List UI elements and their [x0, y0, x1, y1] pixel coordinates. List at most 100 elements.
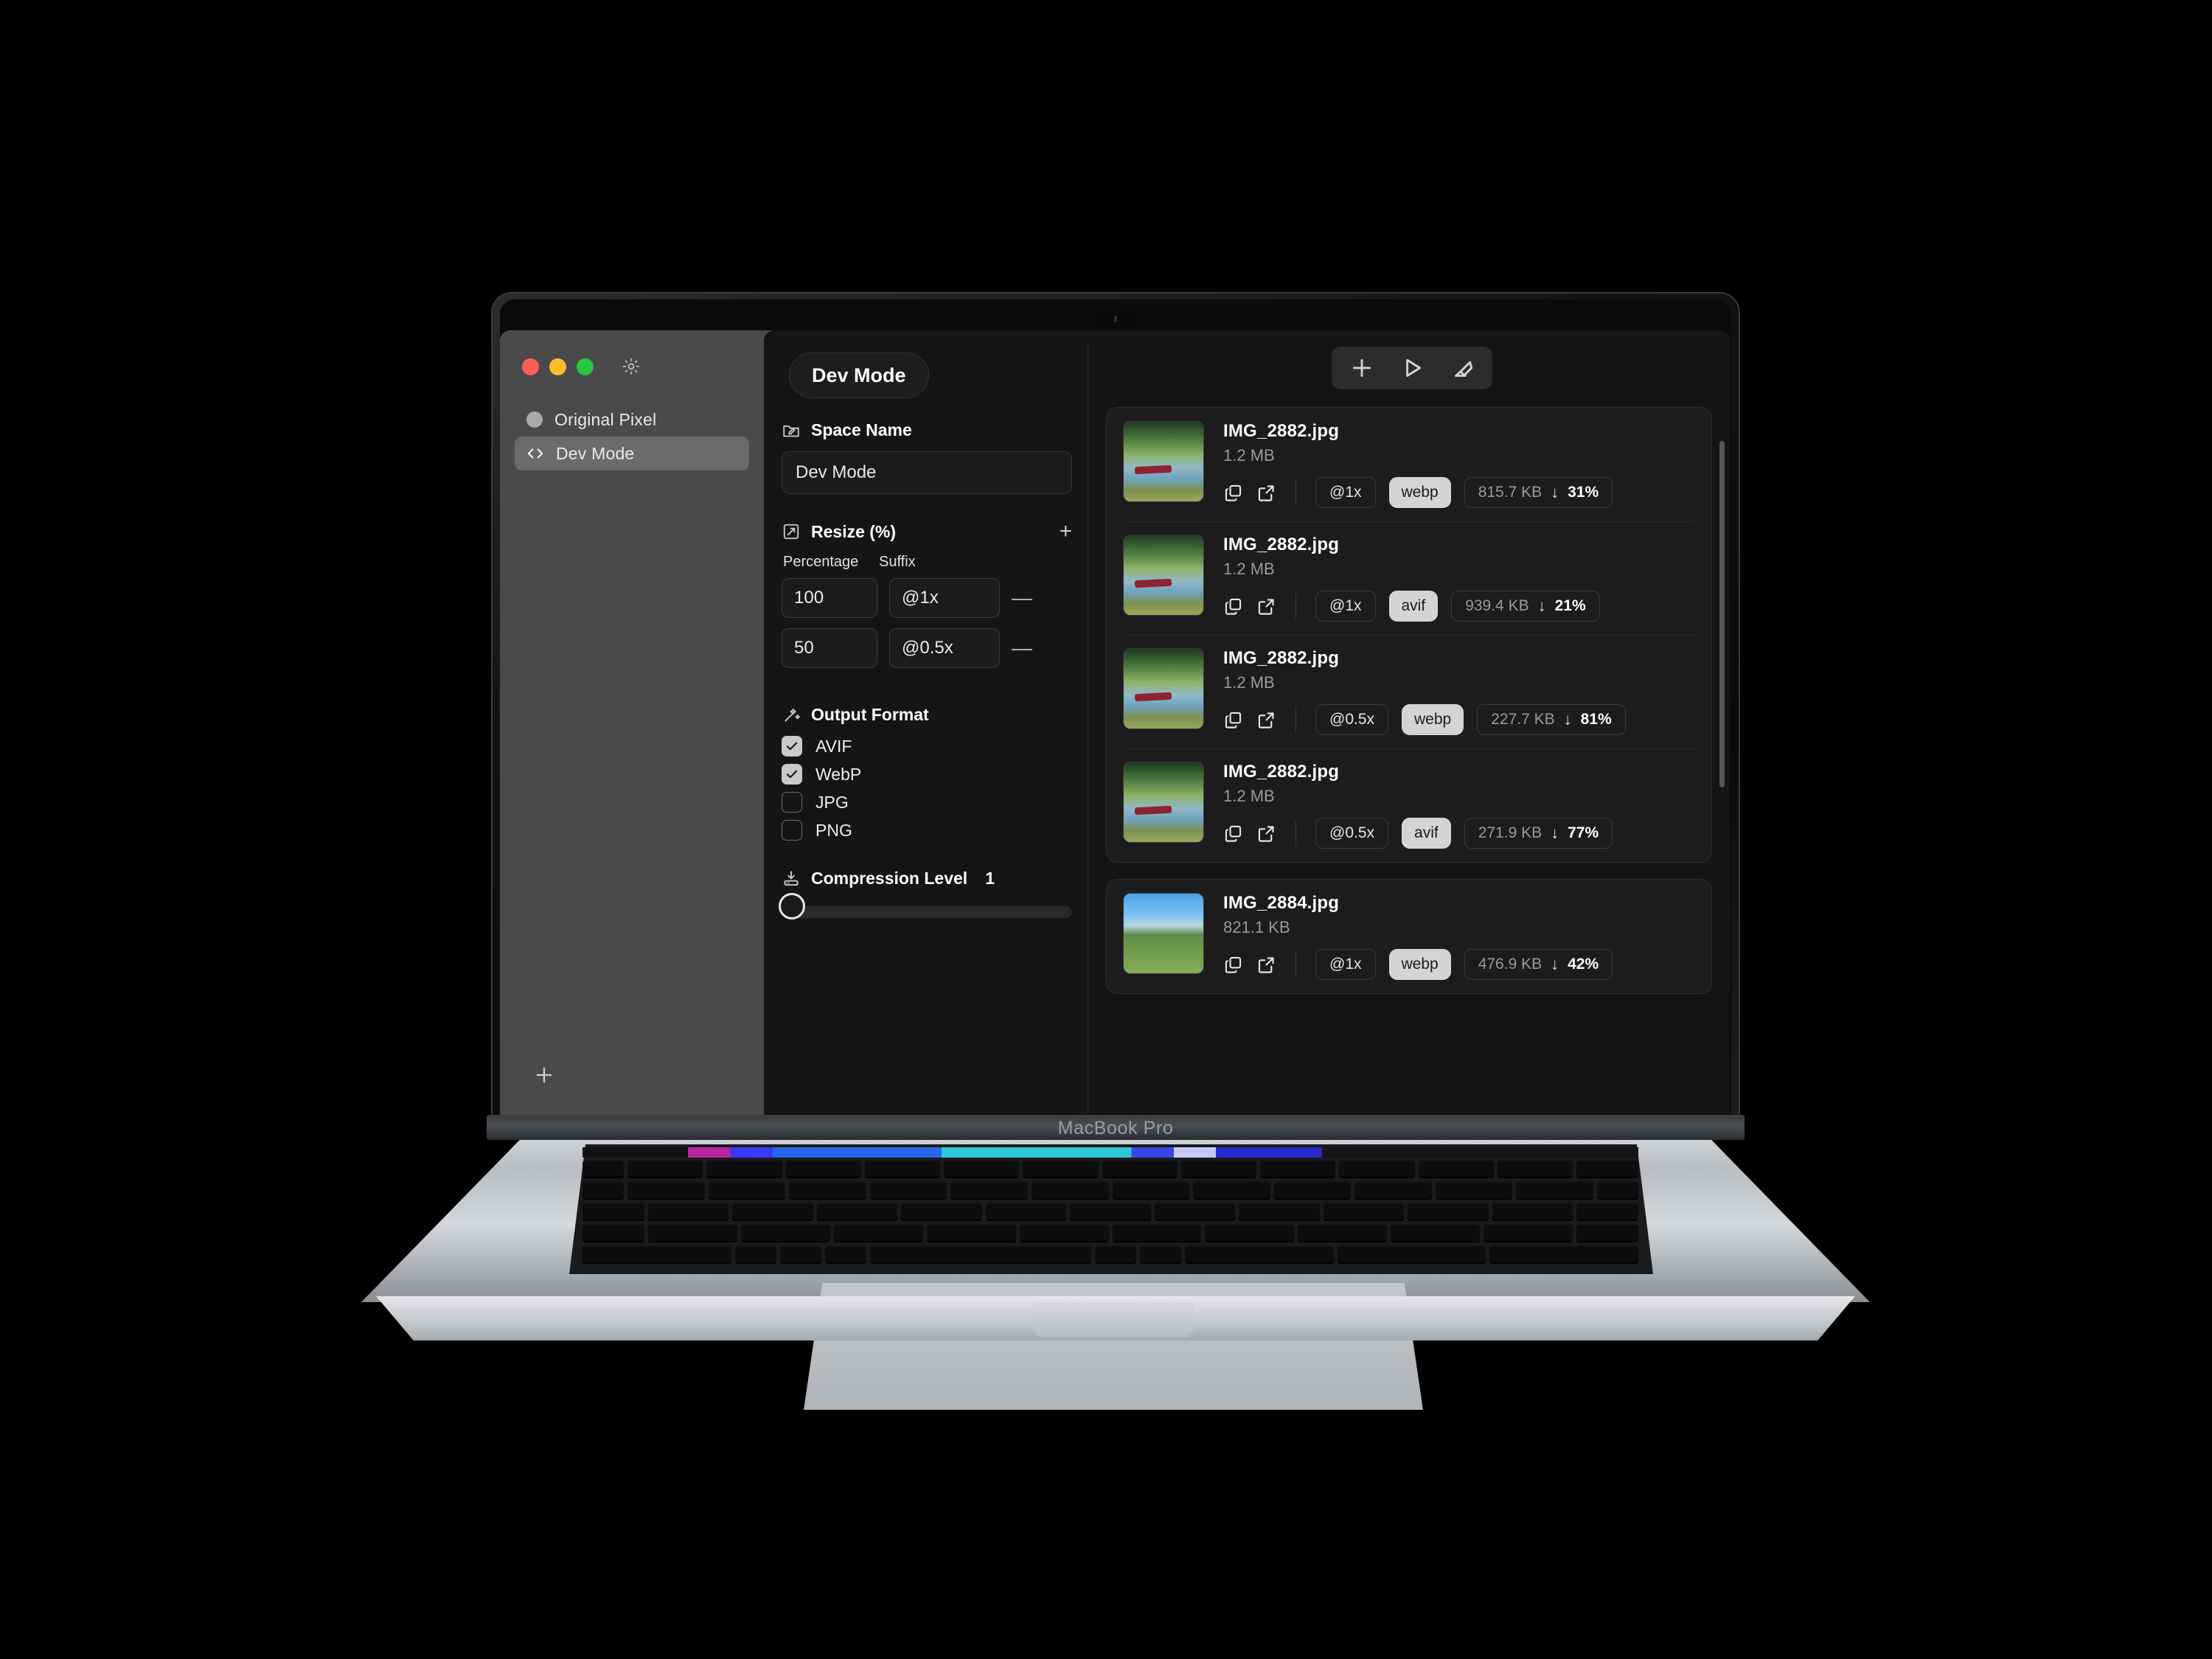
- key: [648, 1203, 729, 1221]
- divider: [1295, 480, 1296, 505]
- copy-icon[interactable]: [1223, 824, 1243, 844]
- eraser-icon[interactable]: [1450, 355, 1475, 380]
- file-card: IMG_2884.jpg 821.1 KB @1x webp 476.9 KB …: [1106, 879, 1712, 994]
- key: [785, 1161, 861, 1178]
- saving-percent: 42%: [1568, 956, 1599, 973]
- file-size: 1.2 MB: [1223, 673, 1275, 692]
- front-notch: [1032, 1302, 1194, 1338]
- row-actions: @0.5x webp 227.7 KB ↓ 81%: [1223, 704, 1695, 735]
- scale-chip[interactable]: @1x: [1315, 949, 1376, 980]
- sidebar-item-original-pixel[interactable]: Original Pixel: [515, 403, 749, 437]
- slider-handle[interactable]: [779, 893, 805, 919]
- keyboard: [582, 1161, 1639, 1273]
- compression-slider[interactable]: [779, 893, 1072, 919]
- format-option-webp[interactable]: WebP: [782, 764, 1072, 785]
- key: [1112, 1225, 1202, 1242]
- remove-resize-row-button[interactable]: —: [1012, 638, 1032, 658]
- play-icon[interactable]: [1399, 355, 1425, 380]
- format-option-jpg[interactable]: JPG: [782, 792, 1072, 813]
- file-size: 821.1 KB: [1223, 918, 1290, 936]
- file-name: IMG_2882.jpg: [1223, 535, 1340, 554]
- key: [734, 1246, 776, 1264]
- percentage-input[interactable]: 50: [782, 628, 877, 668]
- result-chip: 815.7 KB ↓ 31%: [1464, 477, 1613, 508]
- add-resize-row-button[interactable]: +: [1059, 521, 1072, 543]
- format-chip[interactable]: avif: [1402, 818, 1451, 849]
- key: [1298, 1225, 1388, 1242]
- key: [1596, 1182, 1638, 1200]
- code-brackets-icon: [526, 446, 544, 461]
- down-arrow-icon: ↓: [1563, 710, 1572, 728]
- copy-icon[interactable]: [1223, 710, 1243, 730]
- copy-icon[interactable]: [1223, 955, 1243, 975]
- format-chip[interactable]: avif: [1388, 591, 1439, 622]
- file-row[interactable]: IMG_2882.jpg 1.2 MB: [1107, 635, 1711, 748]
- file-row[interactable]: IMG_2882.jpg 1.2 MB: [1107, 408, 1711, 521]
- minimize-button[interactable]: [549, 358, 566, 375]
- keyboard-row: [582, 1203, 1638, 1221]
- space-name-input[interactable]: Dev Mode: [782, 451, 1072, 494]
- scale-chip[interactable]: @1x: [1315, 591, 1376, 622]
- space-mode-pill[interactable]: Dev Mode: [789, 352, 929, 398]
- format-chip[interactable]: webp: [1402, 704, 1464, 735]
- format-chip[interactable]: webp: [1388, 949, 1451, 980]
- download-bar-icon: [782, 869, 801, 888]
- screenshot-root: Original Pixel Dev Mode Dev Mode Space N…: [0, 0, 2212, 1659]
- percentage-input[interactable]: 100: [782, 578, 877, 618]
- divider: [1295, 594, 1296, 619]
- open-external-icon[interactable]: [1256, 824, 1276, 844]
- key: [1184, 1246, 1334, 1264]
- plus-icon[interactable]: [1349, 355, 1374, 380]
- thumbnail: [1123, 648, 1204, 729]
- resize-row: 50 @0.5x —: [782, 628, 1072, 668]
- key: [985, 1203, 1067, 1221]
- window-controls: [500, 347, 764, 376]
- scale-chip[interactable]: @1x: [1315, 477, 1376, 508]
- format-option-png[interactable]: PNG: [782, 820, 1072, 841]
- checkbox-icon[interactable]: [782, 764, 802, 785]
- copy-icon[interactable]: [1223, 483, 1243, 503]
- open-external-icon[interactable]: [1256, 955, 1276, 975]
- suffix-input[interactable]: @1x: [889, 578, 1000, 618]
- format-chip[interactable]: webp: [1388, 477, 1451, 508]
- open-external-icon[interactable]: [1256, 597, 1276, 616]
- sidebar: Original Pixel Dev Mode: [500, 330, 764, 1116]
- thumbnail: [1123, 535, 1204, 616]
- scale-chip[interactable]: @0.5x: [1315, 818, 1389, 849]
- gear-icon[interactable]: [622, 357, 641, 376]
- key: [740, 1225, 830, 1242]
- checkbox-icon[interactable]: [782, 736, 802, 757]
- macbook-pro-mockup: Original Pixel Dev Mode Dev Mode Space N…: [0, 0, 2212, 1659]
- spacebar: [869, 1246, 1091, 1264]
- open-external-icon[interactable]: [1256, 483, 1276, 503]
- down-arrow-icon: ↓: [1551, 955, 1559, 973]
- vertical-scrollbar[interactable]: [1719, 441, 1725, 787]
- down-arrow-icon: ↓: [1551, 824, 1559, 842]
- suffix-input[interactable]: @0.5x: [889, 628, 1000, 668]
- file-info: IMG_2882.jpg 1.2 MB: [1223, 421, 1695, 508]
- remove-resize-row-button[interactable]: —: [1012, 588, 1032, 608]
- add-space-button[interactable]: [534, 1065, 554, 1085]
- sidebar-item-dev-mode[interactable]: Dev Mode: [515, 437, 749, 470]
- scale-chip[interactable]: @0.5x: [1315, 704, 1389, 735]
- key: [1339, 1161, 1415, 1178]
- zoom-button[interactable]: [577, 358, 594, 375]
- toolbar-group: [1332, 347, 1492, 389]
- format-option-avif[interactable]: AVIF: [782, 736, 1072, 757]
- file-row[interactable]: IMG_2884.jpg 821.1 KB @1x webp 476.9 KB …: [1107, 880, 1711, 993]
- thumbnail: [1123, 893, 1204, 974]
- file-row[interactable]: IMG_2882.jpg 1.2 MB: [1107, 521, 1711, 635]
- file-list-scroll[interactable]: IMG_2882.jpg 1.2 MB @1x webp 815.7 KB ↓ …: [1106, 407, 1718, 994]
- open-external-icon[interactable]: [1256, 710, 1276, 730]
- camera-icon: [1114, 316, 1117, 322]
- key: [816, 1203, 898, 1221]
- copy-icon[interactable]: [1223, 597, 1243, 616]
- close-button[interactable]: [522, 358, 539, 375]
- file-row[interactable]: IMG_2882.jpg 1.2 MB: [1107, 748, 1711, 862]
- key: [864, 1161, 940, 1178]
- checkbox-icon[interactable]: [782, 820, 802, 841]
- output-format-header: Output Format: [782, 705, 1072, 725]
- row-actions: @1x avif 939.4 KB ↓ 21%: [1223, 591, 1695, 622]
- checkbox-icon[interactable]: [782, 792, 802, 813]
